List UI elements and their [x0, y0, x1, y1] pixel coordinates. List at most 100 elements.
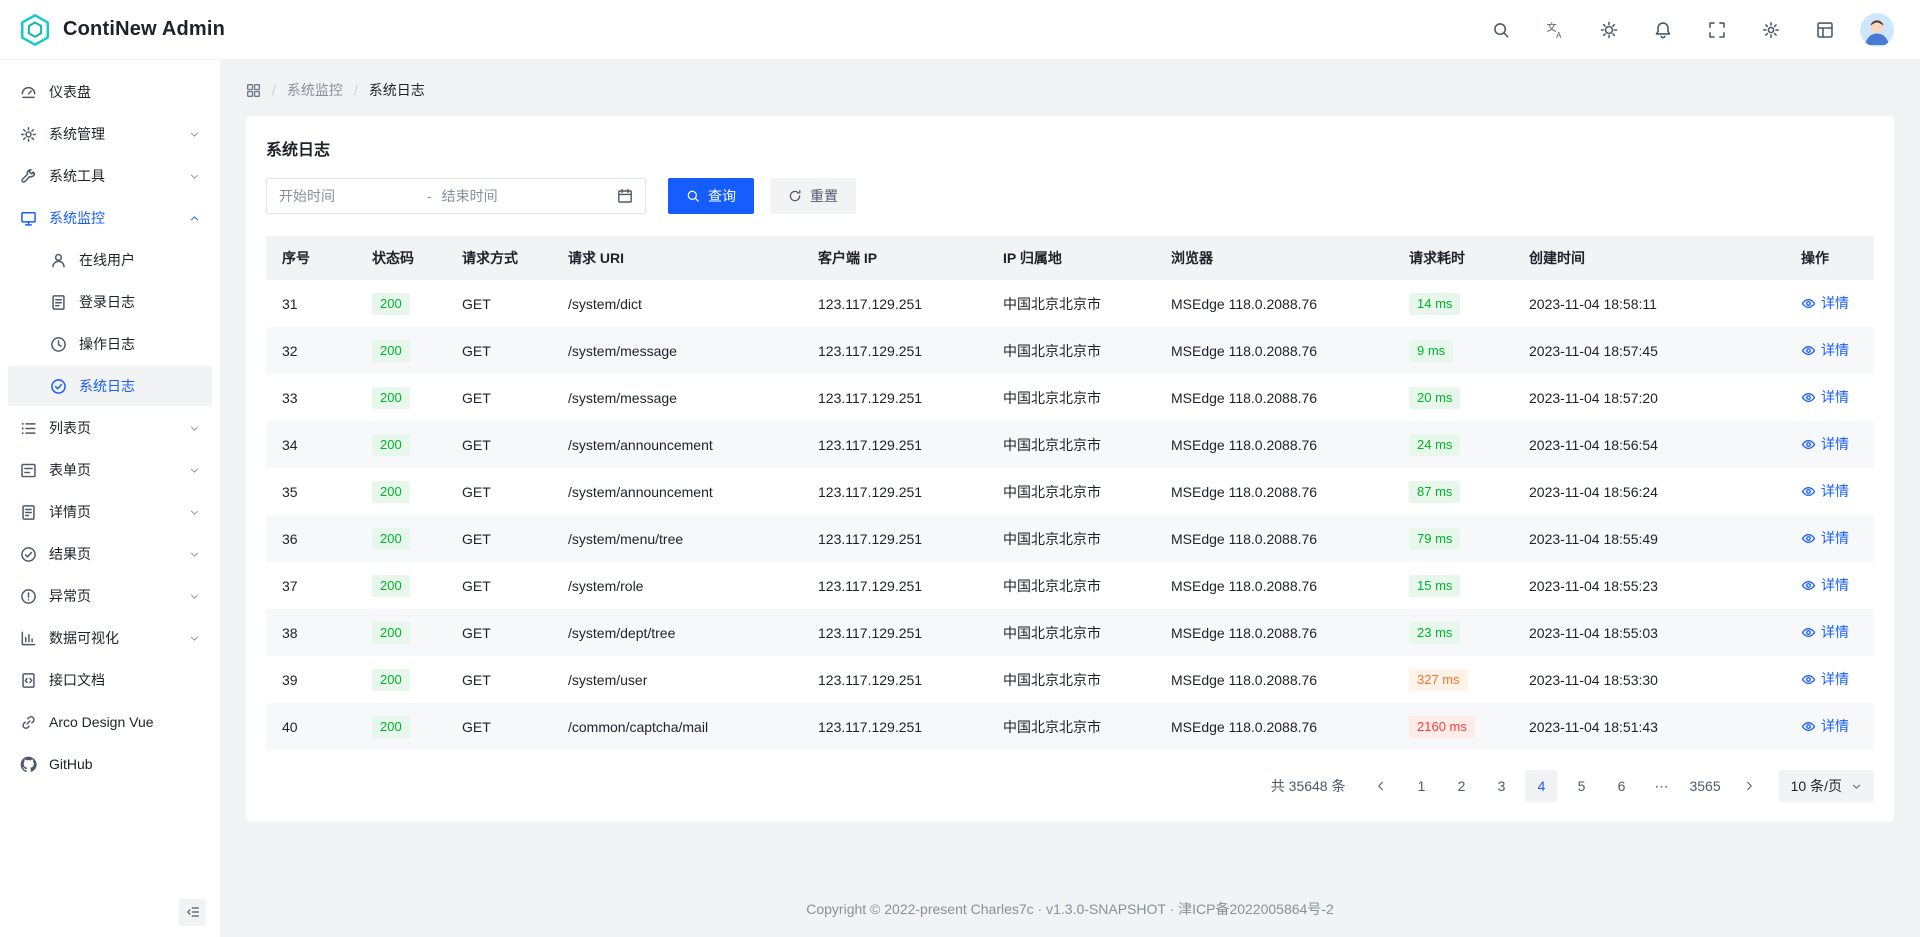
- cell-client-ip: 123.117.129.251: [802, 468, 987, 515]
- cell-status: 200: [356, 656, 446, 703]
- detail-link[interactable]: 详情: [1801, 387, 1849, 407]
- cell-duration: 2160 ms: [1393, 703, 1513, 750]
- sidebar-item-github[interactable]: GitHub: [8, 744, 212, 784]
- sidebar-item-system-tools[interactable]: 系统工具: [8, 156, 212, 196]
- page-button-4[interactable]: 4: [1525, 770, 1557, 802]
- eye-icon: [1801, 343, 1816, 358]
- cell-browser: MSEdge 118.0.2088.76: [1155, 280, 1393, 327]
- page-button-1[interactable]: 1: [1405, 770, 1437, 802]
- page-button-5[interactable]: 5: [1565, 770, 1597, 802]
- cell-ip-region: 中国北京北京市: [987, 609, 1155, 656]
- sidebar-item-exception-page[interactable]: 异常页: [8, 576, 212, 616]
- eye-icon: [1801, 578, 1816, 593]
- body-row: 仪表盘系统管理系统工具系统监控在线用户登录日志操作日志系统日志列表页表单页详情页…: [0, 60, 1920, 937]
- cell-ip-region: 中国北京北京市: [987, 280, 1155, 327]
- eye-icon: [1801, 531, 1816, 546]
- cell-uri: /system/dict: [552, 280, 802, 327]
- detail-link[interactable]: 详情: [1801, 293, 1849, 313]
- calendar-icon-wrap: [617, 188, 633, 204]
- translate-button[interactable]: 文A: [1538, 13, 1572, 47]
- breadcrumb-apps-icon-wrap[interactable]: [246, 83, 261, 98]
- notifications-button[interactable]: [1646, 13, 1680, 47]
- page-button-3565[interactable]: 3565: [1685, 770, 1724, 802]
- detail-link[interactable]: 详情: [1801, 434, 1849, 454]
- sidebar-item-system-management[interactable]: 系统管理: [8, 114, 212, 154]
- avatar-image-icon: [1860, 13, 1894, 47]
- status-badge: 200: [372, 669, 410, 691]
- pagination: 共 35648 条 123456⋯3565 10 条/页: [266, 770, 1874, 802]
- sidebar-item-detail-page[interactable]: 详情页: [8, 492, 212, 532]
- sidebar-item-online-user[interactable]: 在线用户: [8, 240, 212, 280]
- detail-link-label: 详情: [1821, 340, 1849, 360]
- search-button[interactable]: 查询: [668, 178, 754, 214]
- cell-method: GET: [446, 374, 552, 421]
- cell-method: GET: [446, 280, 552, 327]
- detail-link[interactable]: 详情: [1801, 481, 1849, 501]
- detail-link[interactable]: 详情: [1801, 716, 1849, 736]
- calendar-icon: [617, 188, 633, 204]
- duration-badge: 9 ms: [1409, 340, 1453, 362]
- refresh-icon-wrap: [788, 189, 802, 203]
- detail-link[interactable]: 详情: [1801, 340, 1849, 360]
- reset-button[interactable]: 重置: [770, 178, 856, 214]
- detail-link-label: 详情: [1821, 293, 1849, 313]
- user-icon: [50, 252, 67, 269]
- cell-created-time: 2023-11-04 18:58:11: [1513, 280, 1785, 327]
- cell-browser: MSEdge 118.0.2088.76: [1155, 703, 1393, 750]
- sidebar-item-dashboard[interactable]: 仪表盘: [8, 72, 212, 112]
- detail-link[interactable]: 详情: [1801, 669, 1849, 689]
- cell-actions: 详情: [1785, 703, 1874, 750]
- duration-badge: 14 ms: [1409, 293, 1460, 315]
- cell-uri: /system/user: [552, 656, 802, 703]
- pagination-ellipsis[interactable]: ⋯: [1645, 770, 1677, 802]
- page-button-6[interactable]: 6: [1605, 770, 1637, 802]
- column-header: 状态码: [356, 236, 446, 280]
- page-size-select[interactable]: 10 条/页: [1779, 770, 1874, 802]
- sidebar-item-operation-log[interactable]: 操作日志: [8, 324, 212, 364]
- sidebar-item-login-log[interactable]: 登录日志: [8, 282, 212, 322]
- wrench-icon: [20, 168, 37, 185]
- detail-link-label: 详情: [1821, 528, 1849, 548]
- page-button-3[interactable]: 3: [1485, 770, 1517, 802]
- sidebar: 仪表盘系统管理系统工具系统监控在线用户登录日志操作日志系统日志列表页表单页详情页…: [0, 60, 220, 937]
- gear-icon: [20, 126, 37, 143]
- sidebar-item-label: 系统监控: [49, 208, 177, 228]
- user-avatar[interactable]: [1860, 13, 1894, 47]
- sidebar-item-data-visualization[interactable]: 数据可视化: [8, 618, 212, 658]
- detail-link[interactable]: 详情: [1801, 575, 1849, 595]
- theme-toggle-button[interactable]: [1592, 13, 1626, 47]
- sidebar-item-system-log[interactable]: 系统日志: [8, 366, 212, 406]
- cell-created-time: 2023-11-04 18:55:03: [1513, 609, 1785, 656]
- fullscreen-button[interactable]: [1700, 13, 1734, 47]
- cell-method: GET: [446, 421, 552, 468]
- sidebar-item-label: 接口文档: [49, 670, 200, 690]
- layout-button[interactable]: [1808, 13, 1842, 47]
- next-page-button[interactable]: [1733, 770, 1765, 802]
- date-range-picker[interactable]: 开始时间 - 结束时间: [266, 178, 646, 214]
- sidebar-collapse-button[interactable]: [179, 899, 206, 926]
- breadcrumb-item-current: 系统日志: [369, 80, 425, 100]
- detail-link[interactable]: 详情: [1801, 528, 1849, 548]
- cell-actions: 详情: [1785, 468, 1874, 515]
- settings-button[interactable]: [1754, 13, 1788, 47]
- brand[interactable]: ContiNew Admin: [18, 13, 225, 47]
- sidebar-item-arco-design-vue[interactable]: Arco Design Vue: [8, 702, 212, 742]
- detail-doc-icon: [20, 504, 37, 521]
- chevron-right-icon: [1743, 780, 1755, 792]
- breadcrumb-item-system-monitor[interactable]: 系统监控: [287, 80, 343, 100]
- sun-icon: [1600, 21, 1618, 39]
- detail-link[interactable]: 详情: [1801, 622, 1849, 642]
- sidebar-item-api-doc[interactable]: 接口文档: [8, 660, 212, 700]
- sidebar-item-list-page[interactable]: 列表页: [8, 408, 212, 448]
- cell-created-time: 2023-11-04 18:57:20: [1513, 374, 1785, 421]
- prev-page-button[interactable]: [1365, 770, 1397, 802]
- sidebar-item-system-monitor[interactable]: 系统监控: [8, 198, 212, 238]
- menu-fold-icon-wrap: [186, 905, 200, 919]
- sidebar-item-result-page[interactable]: 结果页: [8, 534, 212, 574]
- sidebar-item-form-page[interactable]: 表单页: [8, 450, 212, 490]
- search-button[interactable]: [1484, 13, 1518, 47]
- page-size-chevron-wrap: [1851, 781, 1862, 792]
- github-icon: [20, 756, 37, 773]
- badge-check-icon: [50, 378, 67, 395]
- page-button-2[interactable]: 2: [1445, 770, 1477, 802]
